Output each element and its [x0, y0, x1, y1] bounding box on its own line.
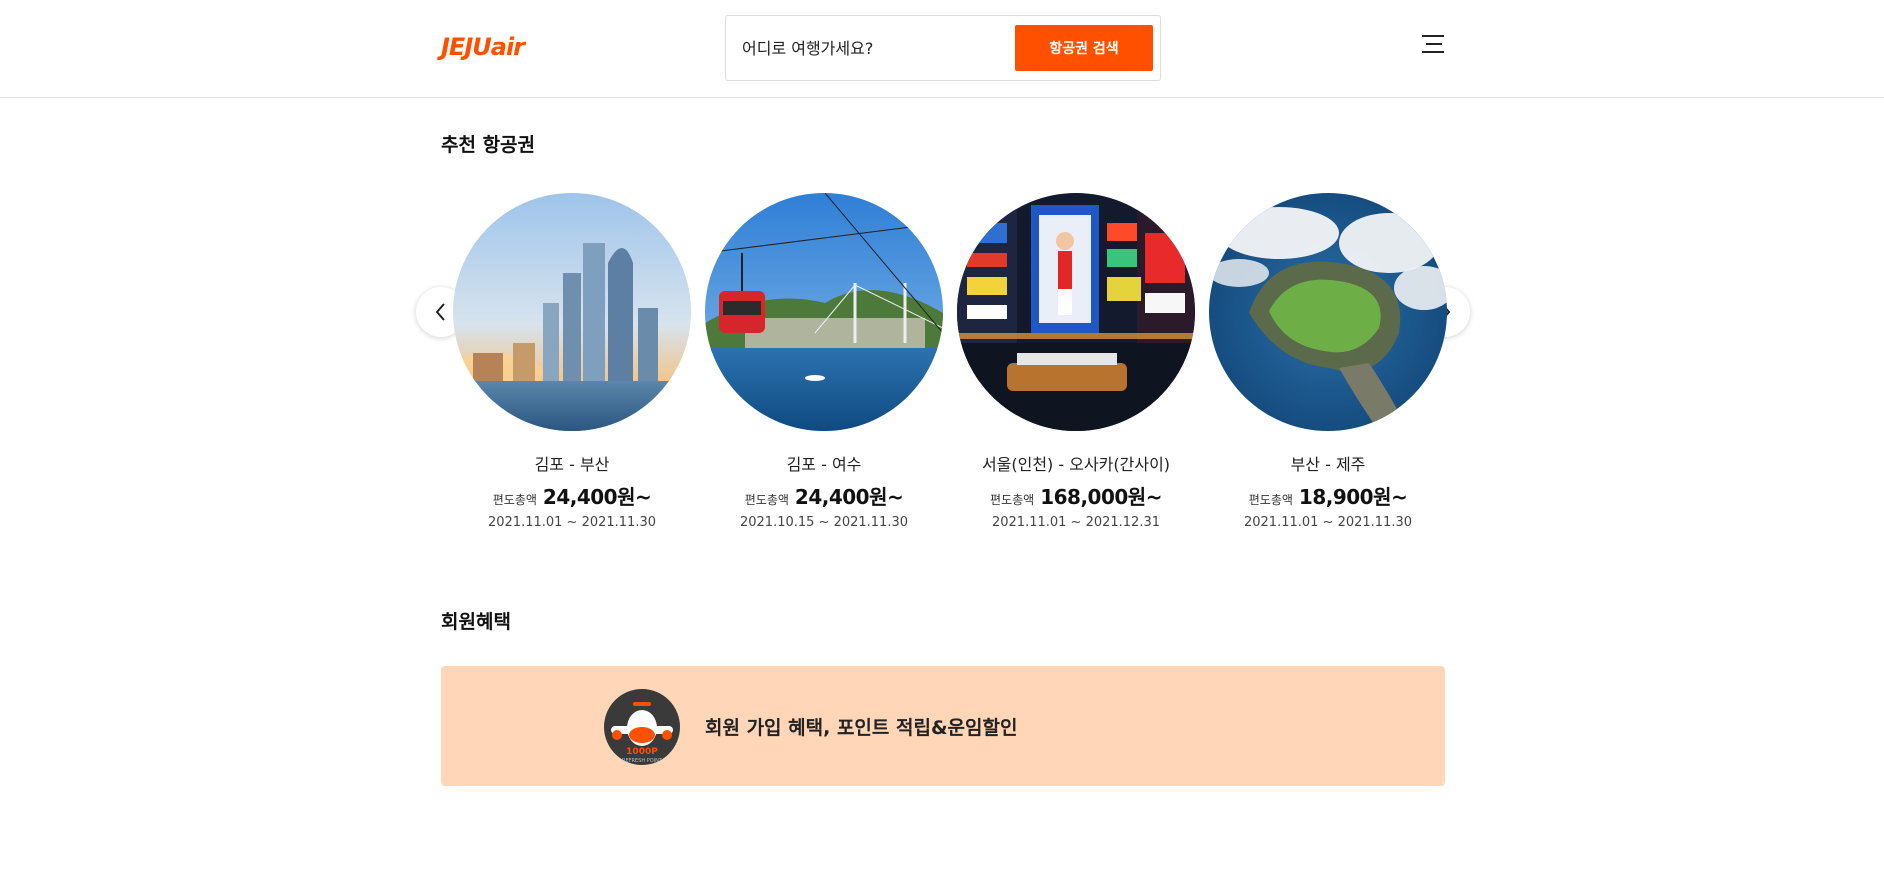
busan-skyline-photo [453, 193, 691, 431]
flight-card-busan-jeju[interactable]: 부산 - 제주 편도총액 18,900원~ 2021.11.01 ~ 2021.… [1208, 180, 1448, 530]
card-price-label: 편도총액 [990, 493, 1035, 507]
card-price: 24,400원~ [794, 485, 904, 509]
badge-points-text: 1000P [626, 747, 658, 757]
site-header: JEJUair 항공권 검색 [0, 0, 1884, 98]
flight-card-gimpo-yeosu[interactable]: 김포 - 여수 편도총액 24,400원~ 2021.10.15 ~ 2021.… [704, 180, 944, 530]
recommend-section-title: 추천 항공권 [441, 134, 536, 156]
card-period: 2021.11.01 ~ 2021.12.31 [991, 515, 1161, 530]
benefit-banner-text: 회원 가입 혜택, 포인트 적립&운임할인 [705, 717, 1018, 739]
card-price: 24,400원~ [542, 485, 652, 509]
card-price: 18,900원~ [1298, 485, 1408, 509]
card-price-label: 편도총액 [492, 493, 537, 507]
card-route: 서울(인천) - 오사카(간사이) [981, 455, 1171, 474]
member-benefit-banner[interactable]: 1000P REFRESH POINT 회원 가입 혜택, 포인트 적립&운임할… [441, 666, 1445, 786]
badge-subtext: REFRESH POINT [622, 758, 663, 764]
destination-search-input[interactable] [742, 34, 992, 62]
card-price-row: 편도총액 168,000원~ [956, 481, 1196, 510]
flight-card-incheon-osaka[interactable]: 서울(인천) - 오사카(간사이) 편도총액 168,000원~ 2021.11… [956, 180, 1196, 530]
flight-card-gimpo-busan[interactable]: 김포 - 부산 편도총액 24,400원~ 2021.11.01 ~ 2021.… [452, 180, 692, 530]
card-price-row: 편도총액 24,400원~ [704, 481, 944, 510]
yeosu-cable-car-photo [705, 193, 943, 431]
card-price-row: 편도총액 18,900원~ [1208, 481, 1448, 510]
card-route: 부산 - 제주 [1290, 455, 1366, 474]
logo-text-air: air [490, 33, 525, 61]
card-price-label: 편도총액 [744, 493, 789, 507]
card-period: 2021.11.01 ~ 2021.11.30 [1243, 515, 1413, 530]
card-price-row: 편도총액 24,400원~ [452, 481, 692, 510]
card-period: 2021.11.01 ~ 2021.11.30 [487, 515, 657, 530]
destination-search-box: 항공권 검색 [725, 15, 1161, 81]
logo-text: JEJU [441, 33, 492, 61]
osaka-dotonbori-photo [957, 193, 1195, 431]
card-route: 김포 - 여수 [786, 455, 862, 474]
card-period: 2021.10.15 ~ 2021.11.30 [739, 515, 909, 530]
card-price-label: 편도총액 [1248, 493, 1293, 507]
benefits-section-title: 회원혜택 [441, 611, 511, 633]
jejuair-logo[interactable]: JEJUair [441, 33, 525, 61]
airplane-point-badge-icon: 1000P REFRESH POINT [603, 688, 681, 766]
jeju-seongsan-photo [1209, 193, 1447, 431]
flight-search-button[interactable]: 항공권 검색 [1015, 25, 1153, 71]
recommended-flights-carousel: 김포 - 부산 편도총액 24,400원~ 2021.11.01 ~ 2021.… [441, 180, 1448, 540]
card-price: 168,000원~ [1040, 485, 1162, 509]
hamburger-menu-icon[interactable] [1420, 33, 1446, 55]
card-route: 김포 - 부산 [534, 455, 610, 474]
